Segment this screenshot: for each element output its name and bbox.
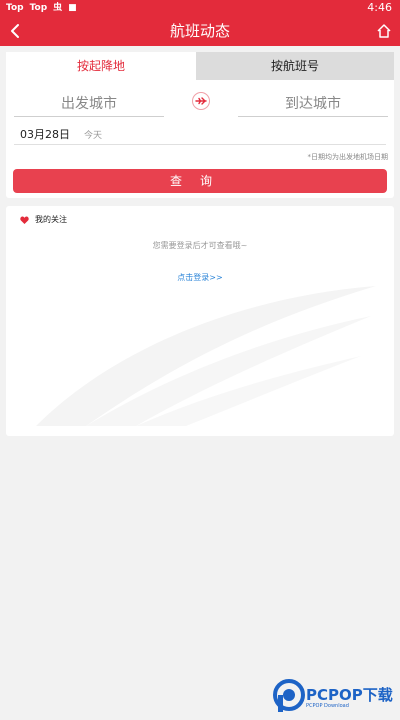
home-icon[interactable]	[376, 23, 392, 39]
date-picker-row[interactable]: 03月28日 今天	[14, 124, 386, 145]
favorites-card: 我的关注 您需要登录后才可查看哦~ 点击登录>>	[6, 206, 394, 436]
app-notification-icon: Top	[29, 3, 48, 13]
wing-watermark-icon	[36, 286, 376, 426]
plane-swap-icon[interactable]	[192, 92, 210, 110]
nav-bar: 航班动态	[0, 16, 400, 46]
page-title: 航班动态	[169, 22, 230, 40]
selected-date: 03月28日	[20, 128, 70, 141]
query-button[interactable]: 查询	[13, 169, 387, 193]
status-bar: Top Top 虫 ■ 4:46	[0, 0, 400, 16]
brand-subtitle: PCPOP Download	[306, 703, 349, 709]
status-icons: Top Top 虫 ■	[6, 0, 77, 16]
brand-name: PCPOP下载	[306, 686, 393, 704]
favorites-header: 我的关注	[20, 214, 67, 225]
login-link[interactable]: 点击登录>>	[6, 272, 394, 283]
status-time: 4:46	[367, 1, 392, 14]
app-notification-icon: Top	[6, 3, 24, 13]
site-watermark: PCPOP下载 PCPOP Download	[272, 678, 394, 714]
app-notification-icon: ■	[68, 3, 77, 13]
date-relative-label: 今天	[84, 131, 103, 141]
date-hint: *日期均为出发地机场日期	[307, 153, 389, 161]
flight-search-card: 按起降地 按航班号 出发城市 到达城市 03月28日 今天 *日期均为出发地机场…	[6, 52, 394, 198]
tab-by-flight-number[interactable]: 按航班号	[196, 52, 394, 80]
departure-city-field[interactable]: 出发城市	[14, 92, 164, 117]
favorites-title: 我的关注	[35, 215, 67, 224]
arrival-city-field[interactable]: 到达城市	[238, 92, 388, 117]
search-mode-tabs: 按起降地 按航班号	[6, 52, 394, 80]
pcpop-logo-icon	[273, 679, 305, 712]
heart-icon	[20, 215, 29, 224]
tab-by-route[interactable]: 按起降地	[6, 52, 196, 80]
login-required-message: 您需要登录后才可查看哦~	[152, 241, 248, 250]
app-notification-icon: 虫	[53, 3, 63, 13]
